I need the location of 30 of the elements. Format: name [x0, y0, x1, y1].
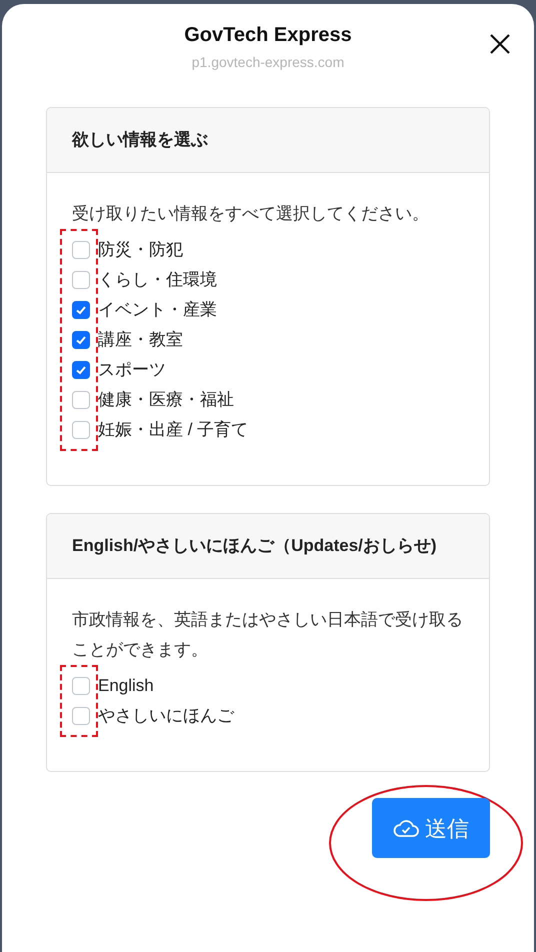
checkbox[interactable] — [72, 707, 90, 725]
section-title: 欲しい情報を選ぶ — [72, 129, 209, 151]
checkbox[interactable] — [72, 271, 90, 289]
checkbox[interactable] — [72, 331, 90, 349]
section-description: 市政情報を、英語またはやさしい日本語で受け取ることができます。 — [72, 609, 464, 661]
option-label: 妊娠・出産 / 子育て — [98, 419, 248, 442]
site-url: p1.govtech-express.com — [192, 53, 344, 72]
close-icon — [489, 33, 511, 55]
check-icon — [75, 334, 87, 346]
dialog-title: GovTech Express — [184, 23, 352, 48]
option-label: 講座・教室 — [98, 329, 183, 352]
option-label: スポーツ — [98, 359, 166, 382]
checkbox[interactable] — [72, 241, 90, 259]
checkbox[interactable] — [72, 421, 90, 439]
option-label: やさしいにほんご — [98, 705, 234, 728]
option-label: イベント・産業 — [98, 299, 217, 322]
option-label: 防災・防犯 — [98, 239, 183, 262]
checkbox[interactable] — [72, 301, 90, 319]
checkbox[interactable] — [72, 391, 90, 409]
section-title: English/やさしいにほんご（Updates/おしらせ) — [72, 535, 438, 557]
option-label: 健康・医療・福祉 — [98, 389, 234, 412]
cloud-check-icon — [393, 818, 419, 838]
option-label: くらし・住環境 — [98, 269, 217, 292]
checkbox[interactable] — [72, 677, 90, 695]
submit-button[interactable]: 送信 — [372, 798, 490, 858]
check-icon — [75, 304, 87, 316]
option-label: English — [98, 675, 154, 698]
checkbox[interactable] — [72, 361, 90, 379]
section-description: 受け取りたい情報をすべて選択してください。 — [72, 203, 430, 225]
check-icon — [75, 364, 87, 376]
